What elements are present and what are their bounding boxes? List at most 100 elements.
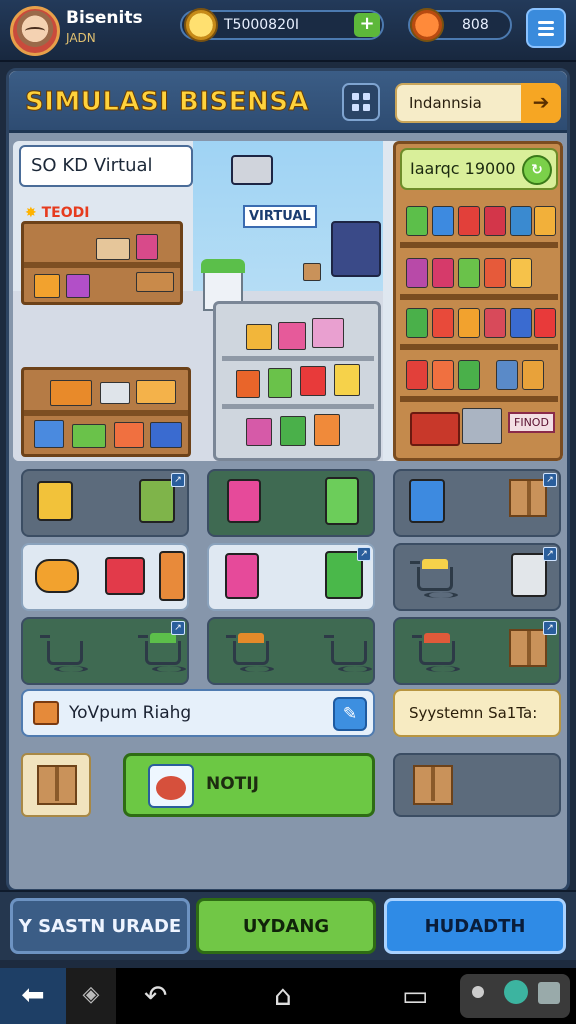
currency-value: T5000820I (224, 17, 300, 33)
language-selector[interactable]: Indannsia ➔ (395, 83, 561, 123)
product-pack (432, 258, 454, 288)
recents-icon[interactable]: ▭ (402, 982, 428, 1010)
package-icon (33, 701, 59, 725)
shopping-cart-icon (324, 635, 372, 672)
add-currency-button[interactable]: + (354, 13, 380, 37)
item-slot[interactable] (207, 617, 375, 685)
product-box (236, 370, 260, 398)
refresh-icon[interactable]: ↻ (522, 155, 552, 185)
main-panel: SIMULASI BISENSA Indannsia ➔ SO KD Virtu… (6, 68, 570, 892)
crate-icon (509, 629, 547, 667)
arrow-right-icon[interactable]: ➔ (521, 83, 561, 123)
notify-button[interactable]: NOTIJ (123, 753, 375, 817)
arrow-left-icon[interactable]: ⬅ (0, 968, 66, 1024)
page-title: SIMULASI BISENSA (24, 87, 310, 118)
info-bar[interactable]: YoVpum Riahg ✎ (21, 689, 375, 737)
product-pack (458, 206, 480, 236)
product-pack (484, 308, 506, 338)
system-nav-bar: ⬅ ◈ ↶ ⌂ ▭ (0, 968, 576, 1024)
meat-icon (148, 764, 194, 808)
cereal-box-icon (139, 479, 175, 523)
rack-sign: FINOD (508, 412, 555, 433)
rack-board (400, 396, 558, 402)
item-slot[interactable]: ↗ (21, 469, 189, 537)
product-box (72, 424, 106, 448)
display-rack[interactable] (213, 301, 381, 461)
gem-nav-icon[interactable]: ◈ (66, 968, 116, 1024)
shopping-cart-icon (412, 633, 460, 672)
storage-slot[interactable] (393, 753, 561, 817)
blue-box-icon (409, 479, 445, 523)
brand-block: Bisenits JADN (66, 8, 143, 45)
settings-icon[interactable]: ✎ (333, 697, 367, 731)
badge-icon: ↗ (543, 473, 557, 487)
item-slot[interactable]: ↗ (21, 617, 189, 685)
product-box (100, 382, 130, 404)
item-slot[interactable] (207, 469, 375, 537)
product-pack (458, 308, 480, 338)
shopping-cart-icon (138, 633, 186, 672)
shelf-top[interactable] (21, 221, 183, 305)
badge-icon: ↗ (543, 547, 557, 561)
shopping-cart-icon (40, 635, 88, 672)
grid-cell-icon (352, 93, 359, 100)
item-slot[interactable]: ↗ (393, 469, 561, 537)
item-slot[interactable]: ↗ (393, 617, 561, 685)
menu-line-icon (538, 21, 554, 24)
action-bar: Y SASTN URADE UYDANG HUDADTH (0, 890, 576, 960)
shelf-bottom[interactable] (21, 367, 191, 457)
menu-line-icon (538, 33, 554, 36)
product-box (150, 422, 182, 448)
product-pack (432, 360, 454, 390)
product-pack (406, 206, 428, 236)
product-pack (458, 258, 480, 288)
inventory-slot[interactable] (21, 753, 91, 817)
update-button[interactable]: HUDADTH (384, 898, 566, 954)
system-status-bar[interactable]: Syystemn Sa1Ta: (393, 689, 561, 737)
virtual-store-label: SO KD Virtual (19, 145, 193, 187)
player-avatar[interactable] (10, 6, 60, 56)
parcel-icon (303, 263, 321, 281)
trade-button[interactable]: UYDANG (196, 898, 376, 954)
rack-board (222, 404, 374, 409)
product-box (66, 274, 90, 298)
promo-burst: ✸ TEODI (25, 205, 89, 221)
status-tray (460, 974, 570, 1018)
product-pack (406, 308, 428, 338)
grid-icon[interactable] (538, 982, 560, 1004)
goods-rack[interactable]: Iaarqc 19000 ↻ FINOD (393, 141, 563, 461)
hamburger-menu-button[interactable] (526, 8, 566, 48)
grid-view-button[interactable] (342, 83, 380, 121)
currency-counter: T5000820I + (180, 8, 384, 42)
cart-goods (422, 559, 448, 569)
product-pack (484, 258, 506, 288)
system-status-label: Syystemn Sa1Ta: (409, 704, 538, 722)
gems-counter: 808 (408, 8, 512, 42)
home-icon[interactable]: ⌂ (274, 982, 292, 1010)
delivery-van-icon[interactable] (331, 221, 381, 277)
item-slot[interactable]: ↗ (207, 543, 375, 611)
rack-price-label: Iaarqc 19000 ↻ (400, 148, 558, 190)
product-box (34, 420, 64, 448)
coin-icon (184, 8, 218, 42)
grid-cell-icon (352, 104, 359, 111)
basket-icon[interactable] (410, 412, 460, 446)
info-bar-label: YoVpum Riahg (69, 703, 192, 723)
app-icon[interactable] (504, 980, 528, 1004)
milk-carton-icon (225, 553, 259, 599)
product-box (136, 234, 158, 260)
rack-price-text: Iaarqc 19000 (410, 159, 516, 178)
shelf-board (24, 410, 188, 416)
panel-header: SIMULASI BISENSA Indannsia ➔ (9, 71, 567, 133)
back-icon[interactable]: ↶ (144, 982, 167, 1010)
rack-board (400, 294, 558, 300)
item-slot[interactable]: ↗ (393, 543, 561, 611)
product-pack (406, 360, 428, 390)
upgrade-button[interactable]: Y SASTN URADE (10, 898, 190, 954)
delivery-truck-icon[interactable] (231, 155, 273, 185)
product-box (136, 380, 176, 404)
language-label: Indannsia (409, 94, 482, 112)
product-box (312, 318, 344, 348)
store-scene: SO KD Virtual ✸ TEODI VIRTUAL Iaarqc 190… (13, 141, 563, 461)
item-slot[interactable] (21, 543, 189, 611)
